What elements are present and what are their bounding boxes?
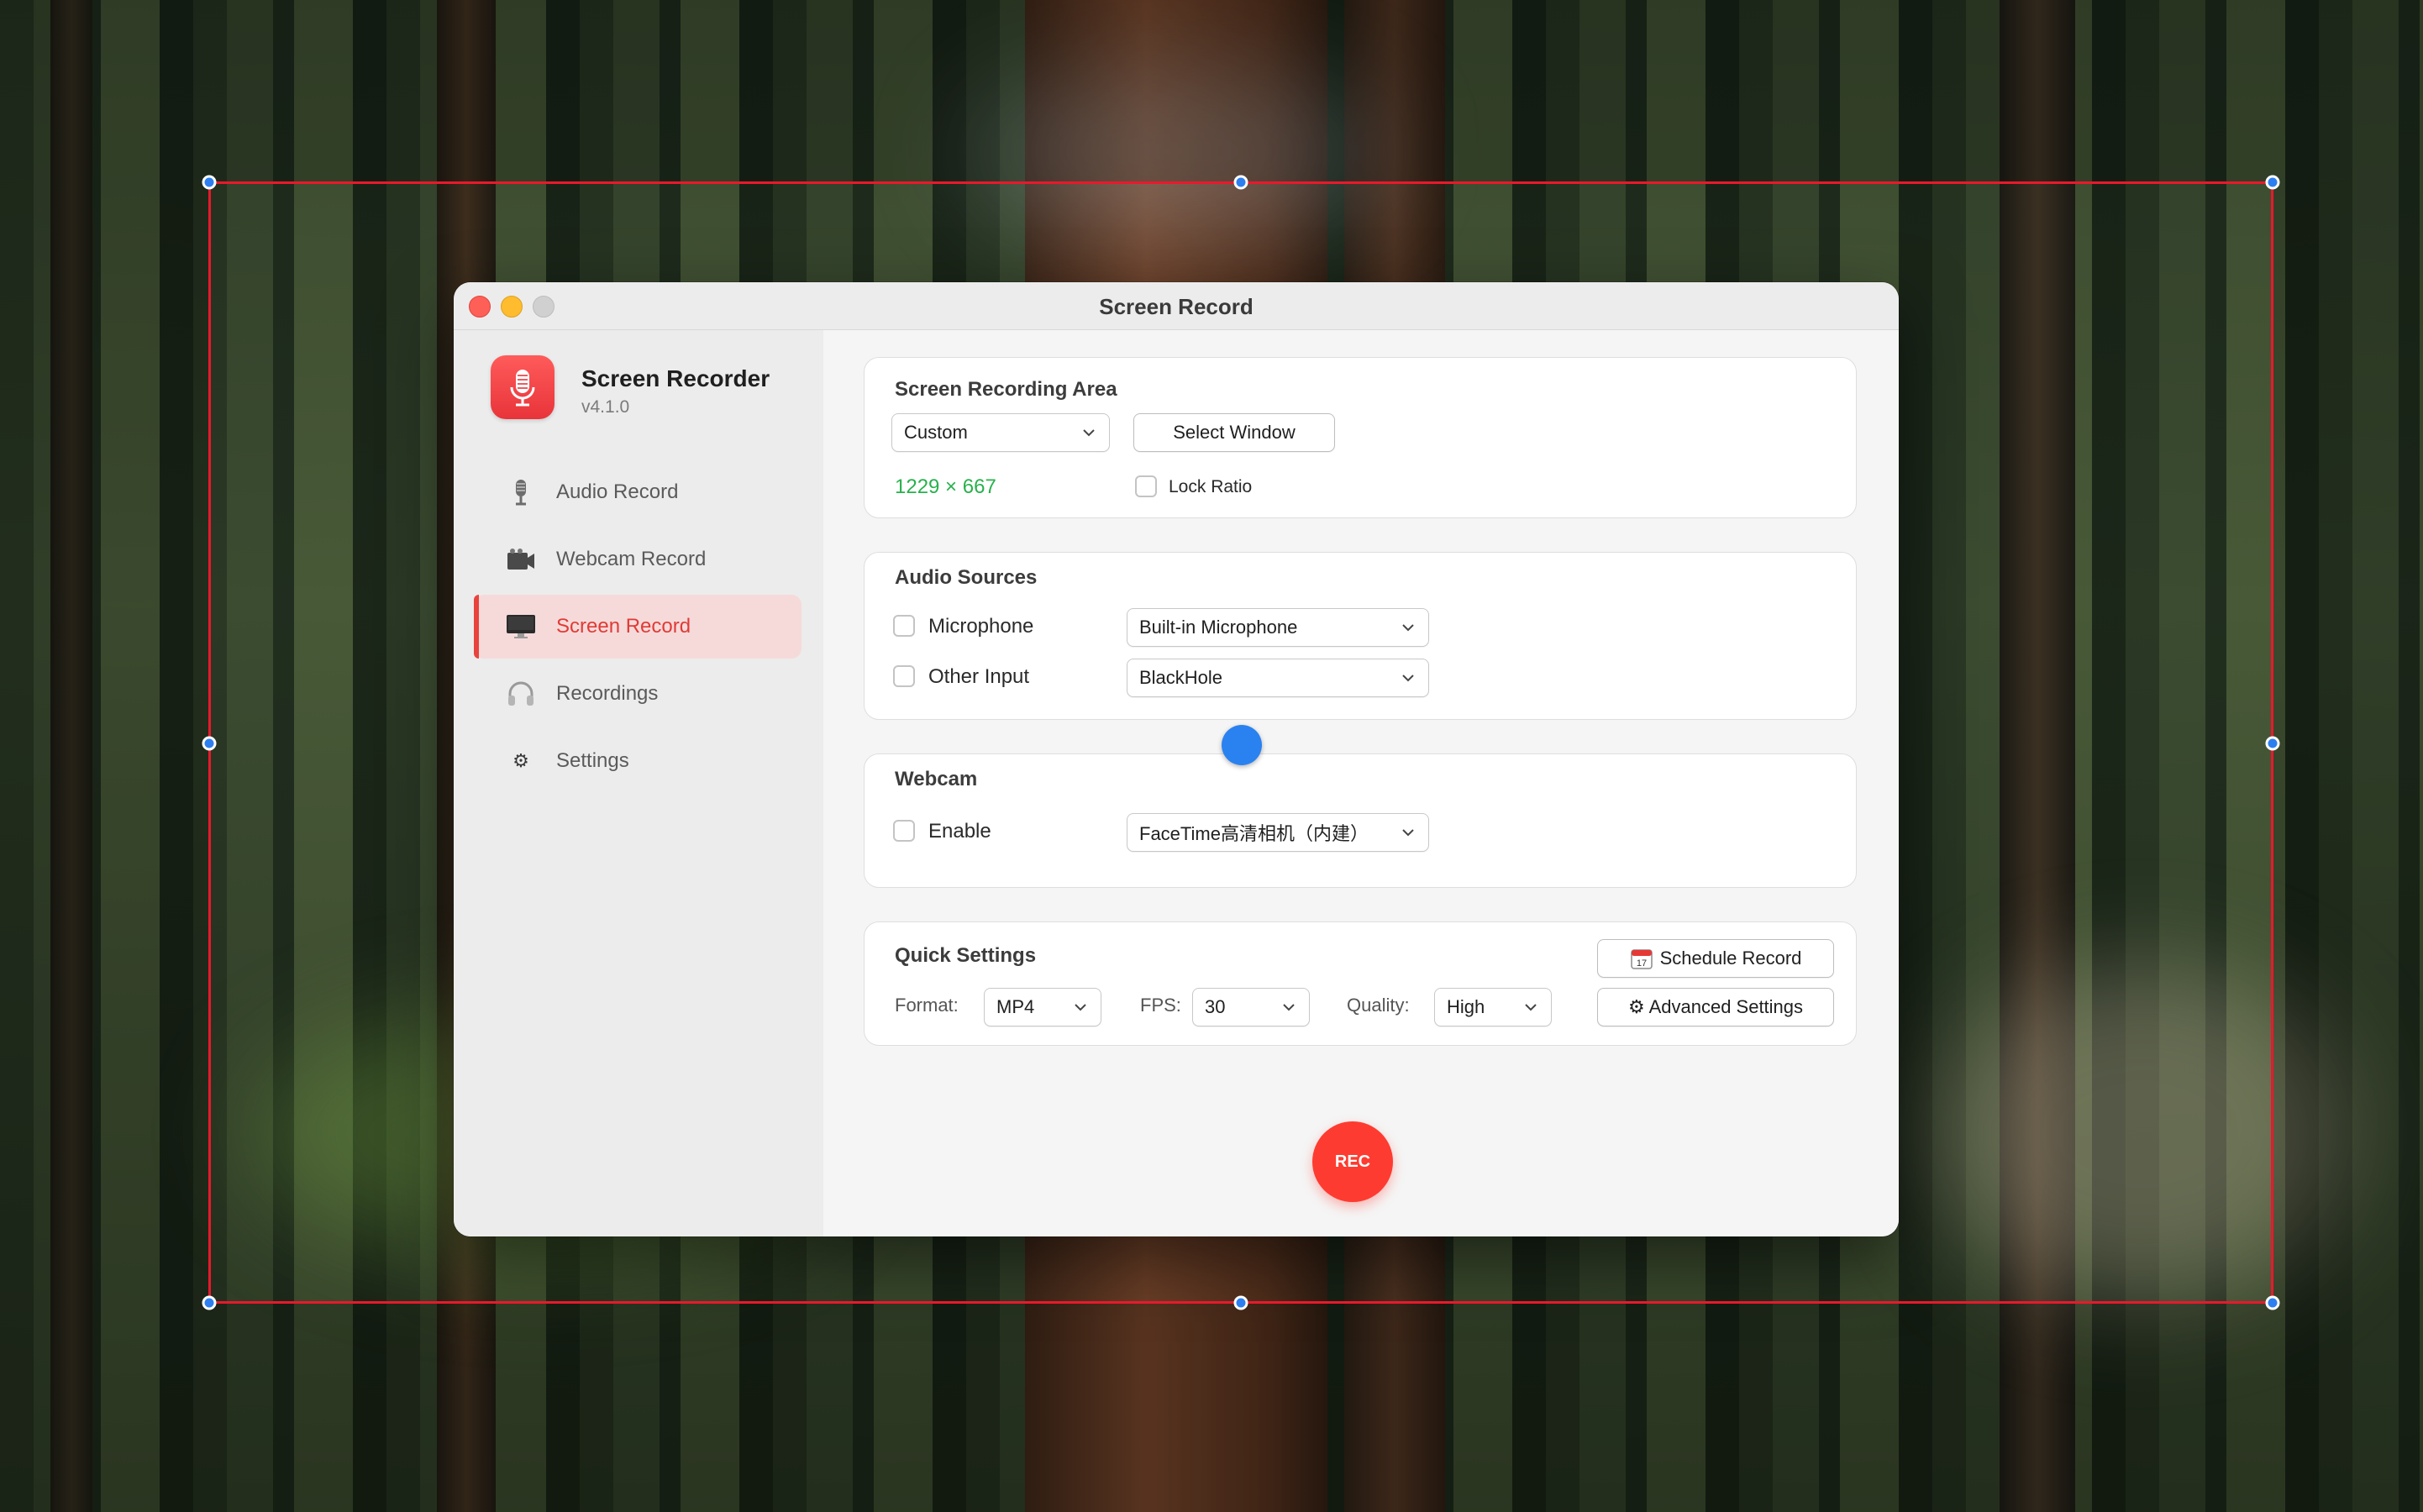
resize-handle-right[interactable] [2265,736,2280,751]
resize-handle-top-left[interactable] [202,175,217,190]
resize-handle-left[interactable] [202,736,217,751]
selection-move-handle[interactable] [1222,725,1262,765]
dim-overlay [0,0,2423,181]
resize-handle-bottom[interactable] [1233,1295,1248,1310]
dim-overlay [0,181,208,1304]
resize-handle-bottom-left[interactable] [202,1295,217,1310]
resize-handle-top[interactable] [1233,175,1248,190]
resize-handle-bottom-right[interactable] [2265,1295,2280,1310]
resize-handle-top-right[interactable] [2265,175,2280,190]
dim-overlay [0,1304,2423,1512]
dim-overlay [2273,181,2423,1304]
